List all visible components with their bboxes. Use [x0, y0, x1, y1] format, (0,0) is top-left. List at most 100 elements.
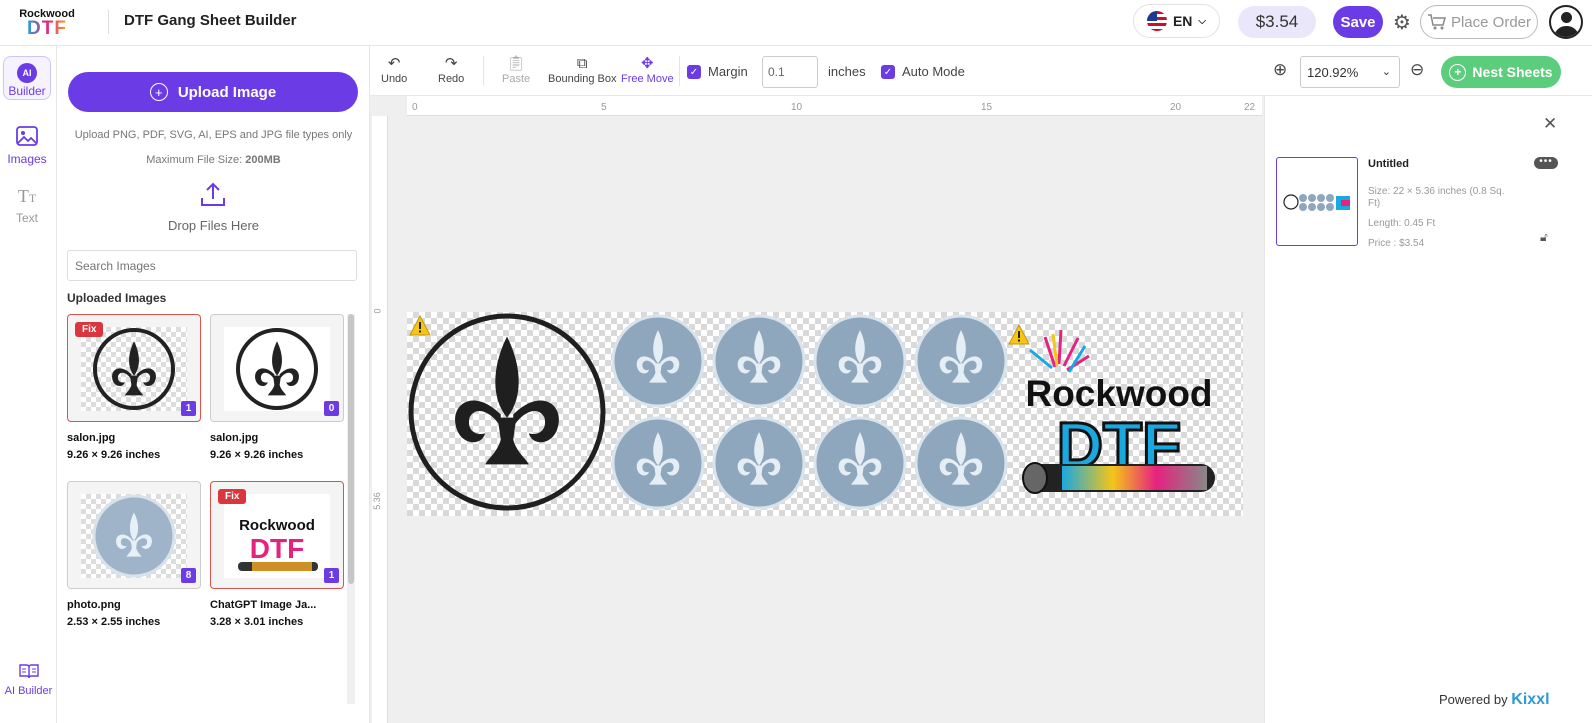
rail-text-label: Text: [15, 211, 38, 225]
ruler-label: 0: [412, 102, 418, 113]
rockwood-dtf-logo[interactable]: Rockwood DTF: [6, 1, 88, 45]
warning-icon[interactable]: [1008, 324, 1030, 346]
uploaded-image-card[interactable]: Rockwood DTF Fix 1: [210, 481, 344, 589]
gear-icon[interactable]: ⚙: [1390, 10, 1414, 34]
place-order-label: Place Order: [1450, 13, 1532, 31]
free-move-button[interactable]: ✥ Free Move: [621, 55, 674, 85]
margin-label: Margin: [708, 64, 748, 79]
rail-ai-builder[interactable]: AI Builder: [0, 662, 57, 706]
redo-label: Redo: [438, 73, 465, 85]
drop-files-zone[interactable]: Drop Files Here: [57, 218, 370, 233]
sheet-name: Untitled: [1368, 158, 1409, 170]
usage-count-badge: 0: [324, 401, 339, 416]
app-title: DTF Gang Sheet Builder: [124, 12, 297, 29]
warning-icon[interactable]: [409, 315, 431, 337]
rail-builder-label: Builder: [8, 84, 46, 98]
images-panel: + Upload Image Upload PNG, PDF, SVG, AI,…: [57, 46, 370, 723]
ai-builder-icon: AI: [17, 63, 37, 83]
auto-mode-checkbox[interactable]: ✓: [881, 65, 895, 79]
max-file-size-hint: Maximum File Size: 200MB: [57, 154, 370, 166]
search-images-input[interactable]: [67, 250, 357, 281]
image-dimensions: 9.26 × 9.26 inches: [67, 449, 161, 461]
text-tool-icon: TT: [17, 186, 37, 206]
undo-label: Undo: [381, 73, 408, 85]
sheet-thumbnail[interactable]: [1276, 157, 1358, 246]
fix-badge[interactable]: Fix: [75, 322, 104, 337]
plus-circle-icon: +: [149, 83, 168, 101]
bounding-box-icon: ⧉: [576, 55, 588, 72]
zoom-select[interactable]: 120.92% ⌄: [1300, 56, 1400, 88]
close-icon[interactable]: ✕: [1543, 114, 1557, 134]
logo-text-rockwood: Rockwood: [1025, 373, 1212, 414]
image-icon: [16, 126, 38, 146]
thumbnail-preview: [81, 327, 187, 411]
language-selector[interactable]: EN ⌵: [1133, 4, 1220, 38]
uploaded-image-card[interactable]: 8: [67, 481, 201, 589]
max-size-value: 200MB: [245, 154, 281, 166]
rail-images[interactable]: Images: [3, 124, 51, 168]
place-order-button[interactable]: Place Order: [1420, 5, 1538, 39]
gang-sheet[interactable]: Rockwood DTF: [407, 312, 1243, 516]
rail-builder[interactable]: AI Builder: [3, 56, 51, 100]
uploaded-image-card[interactable]: Fix 1: [67, 314, 201, 422]
user-avatar-icon[interactable]: [1549, 5, 1583, 39]
image-filename: ChatGPT Image Ja...: [210, 599, 317, 611]
image-dimensions: 2.53 × 2.55 inches: [67, 616, 161, 628]
ruler-label: 0: [372, 308, 383, 314]
upload-image-button[interactable]: + Upload Image: [68, 72, 358, 112]
ruler-label: 5: [601, 102, 607, 113]
ruler-label: 15: [981, 102, 993, 113]
horizontal-ruler: 0 5 10 15 20 22: [407, 96, 1262, 116]
bounding-box-button[interactable]: ⧉ Bounding Box: [548, 55, 617, 85]
chevron-down-icon: ⌄: [1381, 66, 1391, 78]
panel-scrollbar-thumb[interactable]: [348, 314, 354, 584]
redo-icon: ↷: [444, 55, 458, 72]
toolbar-divider: [679, 56, 680, 86]
logo-text-rockwood: Rockwood: [239, 517, 315, 534]
margin-input[interactable]: [762, 56, 818, 88]
uploaded-images-heading: Uploaded Images: [67, 291, 167, 305]
thumbnail-preview: [224, 327, 330, 411]
upload-image-label: Upload Image: [177, 83, 277, 101]
usage-count-badge: 8: [181, 568, 196, 583]
ruler-label: 10: [791, 102, 803, 113]
language-label: EN: [1172, 13, 1193, 29]
paste-icon: 📋︎: [506, 55, 526, 72]
nest-sheets-label: Nest Sheets: [1472, 64, 1553, 80]
rail-text[interactable]: TT Text: [3, 186, 51, 230]
salon-logo-image[interactable]: [408, 313, 606, 511]
sheet-size: Size: 22 × 5.36 inches (0.8 Sq. Ft): [1368, 186, 1505, 209]
paste-label: Paste: [502, 73, 531, 85]
book-open-icon: [18, 664, 39, 679]
image-filename: salon.jpg: [210, 432, 259, 444]
zoom-out-icon[interactable]: ⊖: [1410, 60, 1424, 80]
nest-sheets-button[interactable]: + Nest Sheets: [1441, 56, 1561, 88]
redo-button[interactable]: ↷ Redo: [438, 55, 464, 85]
save-button[interactable]: Save: [1333, 6, 1383, 38]
rail-ai-builder-label: AI Builder: [4, 685, 53, 697]
undo-button[interactable]: ↶ Undo: [381, 55, 407, 85]
usage-count-badge: 1: [324, 568, 339, 583]
bounding-box-label: Bounding Box: [548, 73, 617, 85]
image-filename: salon.jpg: [67, 432, 116, 444]
paste-button[interactable]: 📋︎ Paste: [502, 55, 530, 85]
kixxl-brand[interactable]: Kixxl: [1511, 691, 1549, 708]
move-arrows-icon: ✥: [641, 55, 654, 72]
ruler-label: 22: [1244, 102, 1256, 113]
powered-by-footer: Powered by Kixxl: [1439, 691, 1550, 709]
rockwood-dtf-logo-image[interactable]: Rockwood DTF: [1022, 329, 1215, 494]
zoom-in-icon[interactable]: ⊕: [1273, 60, 1287, 80]
undo-icon: ↶: [387, 55, 401, 72]
thumbnail-preview: [81, 494, 187, 578]
unlock-icon[interactable]: 🔓︎: [1540, 230, 1548, 245]
uploaded-image-card[interactable]: 0: [210, 314, 344, 422]
fix-badge[interactable]: Fix: [218, 489, 247, 504]
upload-arrow-icon[interactable]: [199, 181, 227, 209]
margin-checkbox[interactable]: ✓: [687, 65, 701, 79]
logo-text-dtf: DTF: [27, 17, 67, 39]
image-dimensions: 9.26 × 9.26 inches: [210, 449, 304, 461]
sheet-length: Length: 0.45 Ft: [1368, 218, 1436, 229]
photo-image-grid[interactable]: [611, 314, 1008, 510]
image-dimensions: 3.28 × 3.01 inches: [210, 616, 304, 628]
more-options-icon[interactable]: •••: [1534, 157, 1558, 169]
